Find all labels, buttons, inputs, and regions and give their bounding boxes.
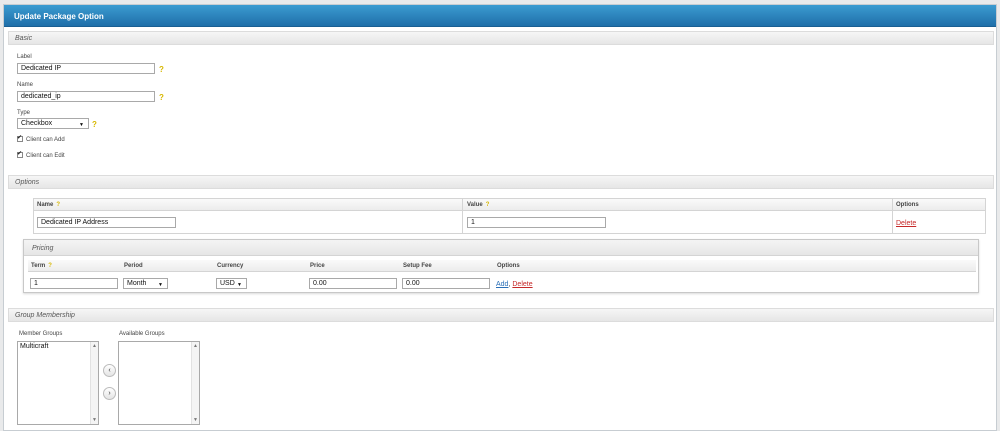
pricing-add-link[interactable]: Add bbox=[496, 281, 508, 288]
term-help-icon[interactable]: ? bbox=[48, 263, 52, 269]
column-divider bbox=[892, 199, 893, 234]
pricing-row-actions: Add, Delete bbox=[496, 281, 533, 288]
type-field-label: Type bbox=[17, 110, 31, 116]
basic-section-title: Basic bbox=[15, 35, 33, 42]
member-groups-scrollbar[interactable]: ▲ ▼ bbox=[90, 342, 98, 424]
type-help-icon[interactable]: ? bbox=[92, 120, 97, 129]
option-name-input[interactable]: Dedicated IP Address bbox=[37, 217, 176, 228]
available-groups-list[interactable]: ▲ ▼ bbox=[118, 341, 200, 425]
period-select-value: Month bbox=[127, 280, 147, 287]
client-can-edit-label: Client can Edit bbox=[26, 153, 65, 159]
move-left-button[interactable]: ‹ bbox=[103, 364, 116, 377]
move-right-button[interactable]: › bbox=[103, 387, 116, 400]
page-title: Update Package Option bbox=[14, 12, 104, 21]
scroll-down-icon[interactable]: ▼ bbox=[92, 417, 97, 423]
options-table: Name? Value? Options Dedicated IP Addres… bbox=[33, 198, 986, 234]
col-header-period: Period bbox=[124, 263, 143, 269]
currency-select-value: USD bbox=[220, 280, 235, 287]
chevron-down-icon: ▼ bbox=[237, 282, 242, 288]
options-section-header: Options bbox=[8, 175, 994, 189]
setup-fee-input[interactable]: 0.00 bbox=[402, 278, 490, 289]
member-group-item[interactable]: Multicraft bbox=[20, 343, 48, 350]
client-can-edit-checkbox[interactable] bbox=[17, 150, 23, 158]
col-header-setup-fee: Setup Fee bbox=[403, 263, 432, 269]
name-field-label: Name bbox=[17, 82, 34, 88]
chevron-down-icon: ▼ bbox=[158, 282, 163, 288]
term-input[interactable]: 1 bbox=[30, 278, 118, 289]
pricing-action-separator: , bbox=[508, 281, 511, 288]
pricing-table-header: Term? Period Currency Price Setup Fee Op… bbox=[28, 260, 976, 272]
col-header-value: Value? bbox=[467, 202, 490, 208]
group-membership-section-header: Group Membership bbox=[8, 308, 994, 322]
option-delete-link[interactable]: Delete bbox=[896, 220, 916, 227]
type-select[interactable]: Checkbox ▼ bbox=[17, 118, 89, 129]
basic-section-header: Basic bbox=[8, 31, 994, 45]
col-header-price: Price bbox=[310, 263, 325, 269]
client-can-add-checkbox[interactable] bbox=[17, 134, 23, 142]
options-section-title: Options bbox=[15, 179, 40, 186]
value-col-help-icon[interactable]: ? bbox=[486, 202, 490, 208]
pricing-panel: Pricing Term? Period Currency Price Setu… bbox=[23, 239, 979, 293]
scroll-up-icon[interactable]: ▲ bbox=[92, 343, 97, 349]
client-can-add-label: Client can Add bbox=[26, 137, 65, 143]
available-groups-scrollbar[interactable]: ▲ ▼ bbox=[191, 342, 199, 424]
option-value-input[interactable]: 1 bbox=[467, 217, 606, 228]
pricing-title: Pricing bbox=[32, 245, 54, 252]
pricing-header: Pricing bbox=[24, 240, 978, 256]
col-header-currency: Currency bbox=[217, 263, 244, 269]
available-groups-label: Available Groups bbox=[119, 331, 165, 337]
update-package-option-panel: Update Package Option Basic Label Dedica… bbox=[3, 4, 997, 431]
group-membership-section-title: Group Membership bbox=[15, 312, 75, 319]
scroll-up-icon[interactable]: ▲ bbox=[193, 343, 198, 349]
name-input[interactable]: dedicated_ip bbox=[17, 91, 155, 102]
label-help-icon[interactable]: ? bbox=[159, 65, 164, 74]
label-field-label: Label bbox=[17, 54, 32, 60]
column-divider bbox=[462, 199, 463, 234]
type-select-value: Checkbox bbox=[21, 120, 53, 127]
options-table-header: Name? Value? Options bbox=[34, 199, 985, 211]
pricing-delete-link[interactable]: Delete bbox=[512, 281, 532, 288]
period-select[interactable]: Month ▼ bbox=[123, 278, 168, 289]
name-help-icon[interactable]: ? bbox=[159, 93, 164, 102]
member-groups-label: Member Groups bbox=[19, 331, 63, 337]
name-col-help-icon[interactable]: ? bbox=[56, 202, 60, 208]
scroll-down-icon[interactable]: ▼ bbox=[193, 417, 198, 423]
currency-select[interactable]: USD ▼ bbox=[216, 278, 247, 289]
title-bar: Update Package Option bbox=[4, 5, 996, 27]
col-header-term: Term? bbox=[31, 263, 52, 269]
member-groups-list[interactable]: Multicraft ▲ ▼ bbox=[17, 341, 99, 425]
price-input[interactable]: 0.00 bbox=[309, 278, 397, 289]
col-header-pricing-options: Options bbox=[497, 263, 520, 269]
col-header-options: Options bbox=[896, 202, 919, 208]
chevron-down-icon: ▼ bbox=[79, 122, 84, 128]
label-input[interactable]: Dedicated IP bbox=[17, 63, 155, 74]
col-header-name: Name? bbox=[37, 202, 61, 208]
